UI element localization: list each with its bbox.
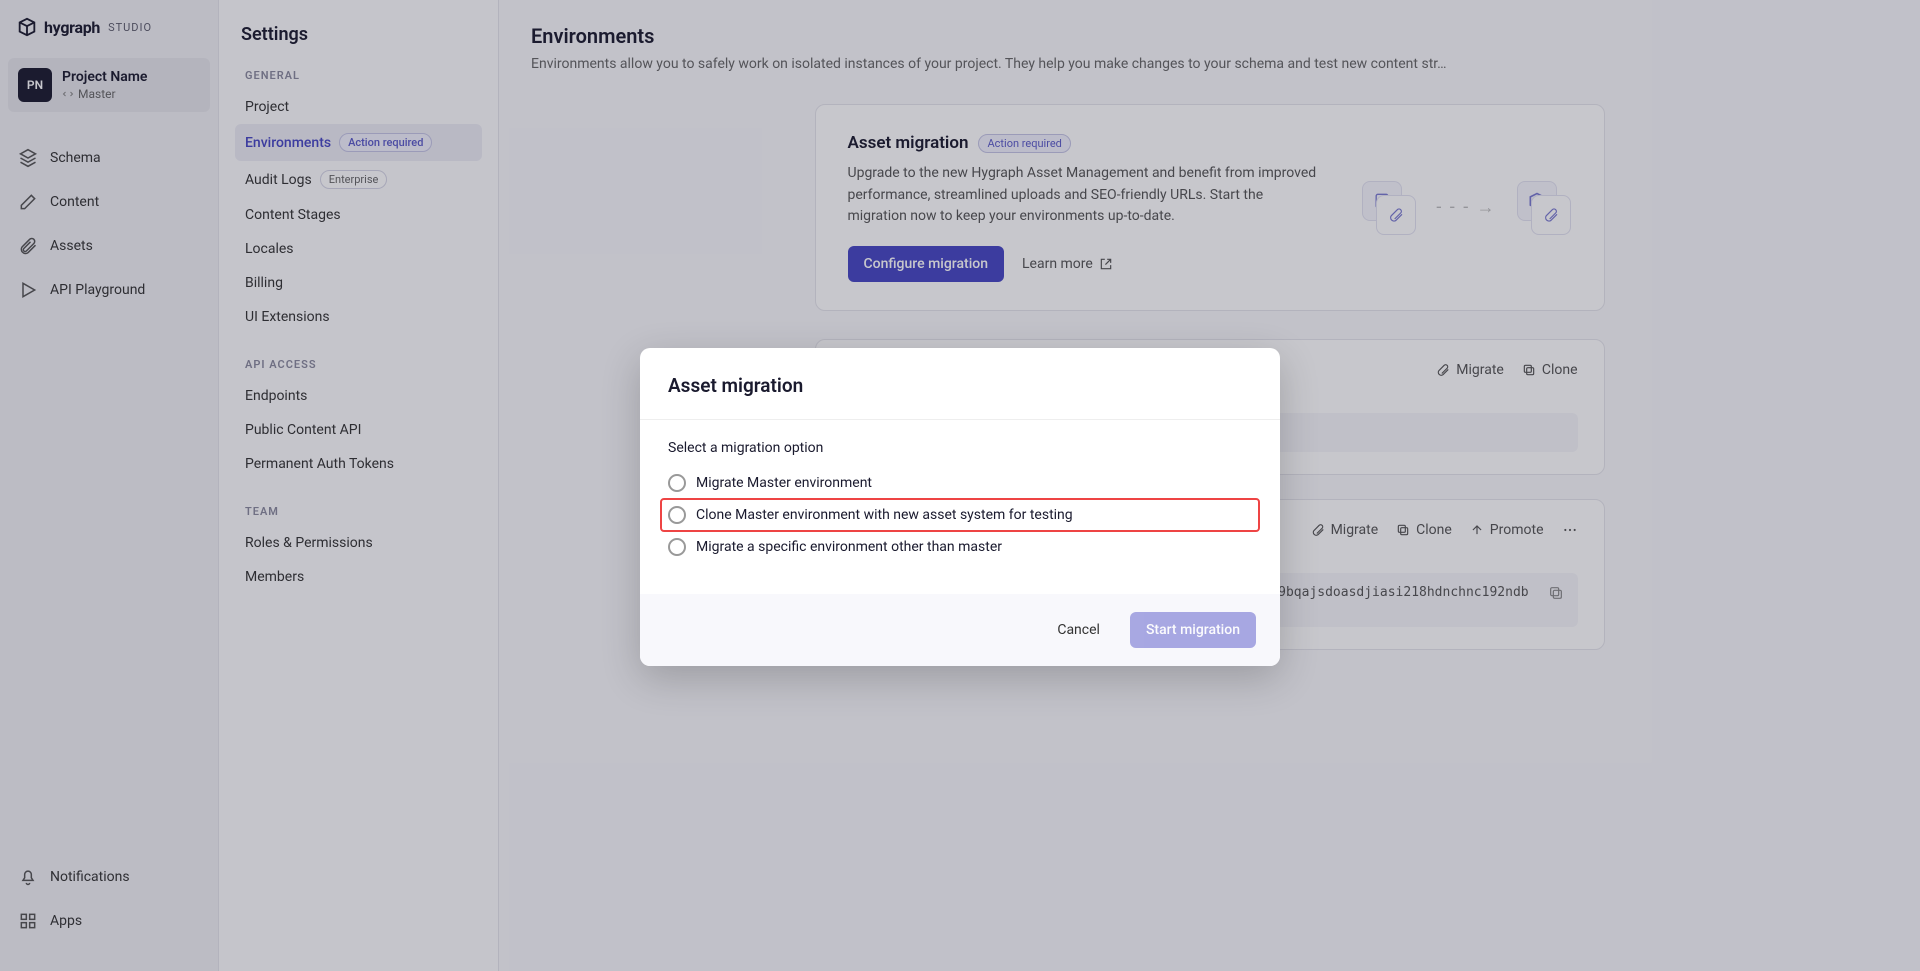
- start-migration-button[interactable]: Start migration: [1130, 612, 1256, 648]
- modal-overlay[interactable]: Asset migration Select a migration optio…: [0, 0, 1920, 971]
- radio-icon: [668, 474, 686, 492]
- radio-icon: [668, 506, 686, 524]
- cancel-button[interactable]: Cancel: [1041, 612, 1116, 648]
- migration-option-master[interactable]: Migrate Master environment: [668, 468, 1252, 498]
- modal-prompt: Select a migration option: [668, 440, 1252, 456]
- asset-migration-modal: Asset migration Select a migration optio…: [640, 348, 1280, 666]
- radio-icon: [668, 538, 686, 556]
- migration-option-clone[interactable]: Clone Master environment with new asset …: [660, 498, 1260, 532]
- modal-title: Asset migration: [668, 374, 1252, 397]
- migration-option-specific[interactable]: Migrate a specific environment other tha…: [668, 532, 1252, 562]
